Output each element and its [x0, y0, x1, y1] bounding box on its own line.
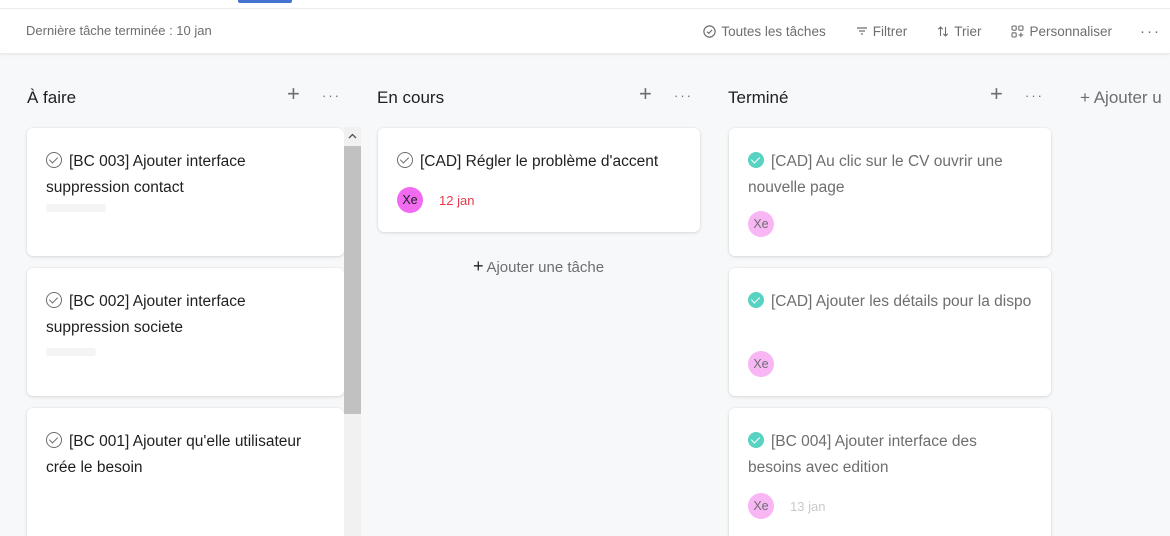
check-circle-icon[interactable] — [748, 432, 764, 448]
column-header: En cours + ··· — [377, 76, 700, 120]
column-done: Terminé + ··· — [728, 76, 1051, 120]
add-section-button[interactable]: + Ajouter u — [1080, 88, 1162, 108]
task-card[interactable]: [CAD] Ajouter les détails pour la dispo … — [729, 268, 1051, 396]
add-task-icon[interactable]: + — [990, 83, 1003, 105]
column-title: À faire — [27, 88, 77, 107]
task-card-title: [BC 004] Ajouter interface des besoins a… — [748, 429, 1033, 481]
column-header: Terminé + ··· — [728, 76, 1051, 120]
scroll-up-arrow-icon[interactable] — [344, 127, 361, 144]
task-title-text: [BC 004] Ajouter interface des besoins a… — [748, 433, 977, 476]
avatar[interactable]: Xe — [397, 187, 423, 213]
check-circle-icon[interactable] — [397, 152, 413, 168]
task-title-text: [BC 003] Ajouter interface suppression c… — [46, 153, 246, 196]
sort-button[interactable]: Trier — [937, 24, 981, 39]
task-title-text: [CAD] Régler le problème d'accent — [420, 153, 659, 170]
all-tasks-label: Toutes les tâches — [721, 23, 826, 39]
active-tab-indicator — [238, 0, 292, 3]
add-task-icon[interactable]: + — [287, 83, 300, 105]
tab-divider — [0, 8, 1170, 9]
due-date[interactable]: 12 jan — [439, 193, 474, 208]
last-task-completed: Dernière tâche terminée : 10 jan — [26, 23, 212, 38]
filter-button[interactable]: Filtrer — [856, 23, 908, 39]
customize-icon — [1011, 24, 1025, 38]
column-header: À faire + ··· — [27, 76, 344, 120]
placeholder-bar — [46, 204, 106, 212]
task-card[interactable]: [BC 003] Ajouter interface suppression c… — [27, 128, 344, 256]
filter-icon — [856, 26, 868, 36]
task-card-title: [BC 002] Ajouter interface suppression s… — [46, 289, 326, 341]
check-circle-icon[interactable] — [46, 292, 62, 308]
task-card[interactable]: [CAD] Au clic sur le CV ouvrir une nouve… — [729, 128, 1051, 256]
add-task-button[interactable]: + Ajouter une tâche — [377, 256, 700, 277]
all-tasks-button[interactable]: Toutes les tâches — [703, 23, 826, 39]
avatar[interactable]: Xe — [748, 493, 774, 519]
view-toolbar: Dernière tâche terminée : 10 jan Toutes … — [0, 0, 1170, 54]
plus-icon: + — [472, 256, 484, 276]
scrollbar-thumb[interactable] — [344, 146, 361, 414]
task-card-title: [CAD] Ajouter les détails pour la dispo — [748, 289, 1033, 315]
task-card-title: [CAD] Régler le problème d'accent — [397, 149, 682, 175]
task-card[interactable]: [BC 001] Ajouter qu'elle utilisateur cré… — [27, 408, 344, 536]
task-card-title: [CAD] Au clic sur le CV ouvrir une nouve… — [748, 149, 1033, 201]
sort-icon — [937, 25, 949, 37]
task-card[interactable]: [BC 002] Ajouter interface suppression s… — [27, 268, 344, 396]
column-scrollbar[interactable] — [344, 127, 361, 536]
task-card-title: [BC 003] Ajouter interface suppression c… — [46, 149, 326, 201]
due-date[interactable]: 13 jan — [790, 499, 825, 514]
toolbar-actions: Toutes les tâches Filtrer Trier Personna… — [673, 17, 1170, 45]
check-circle-icon — [703, 24, 717, 38]
task-title-text: [CAD] Ajouter les détails pour la dispo — [771, 293, 1032, 310]
add-task-icon[interactable]: + — [639, 83, 652, 105]
task-title-text: [BC 002] Ajouter interface suppression s… — [46, 293, 246, 336]
customize-label: Personnaliser — [1029, 23, 1112, 39]
task-title-text: [BC 001] Ajouter qu'elle utilisateur cré… — [46, 433, 302, 476]
column-title: En cours — [377, 88, 445, 107]
task-card[interactable]: [CAD] Régler le problème d'accent Xe 12 … — [378, 128, 700, 232]
task-card-title: [BC 001] Ajouter qu'elle utilisateur cré… — [46, 429, 326, 481]
filter-label: Filtrer — [872, 23, 908, 39]
sort-label: Trier — [954, 23, 982, 39]
check-circle-icon[interactable] — [46, 152, 62, 168]
more-options-button[interactable]: ··· — [1140, 23, 1170, 40]
placeholder-bar — [46, 348, 96, 356]
check-circle-icon[interactable] — [748, 152, 764, 168]
add-task-label: Ajouter une tâche — [486, 259, 605, 276]
customize-button[interactable]: Personnaliser — [1011, 24, 1112, 39]
task-card[interactable]: [BC 004] Ajouter interface des besoins a… — [729, 408, 1051, 536]
avatar[interactable]: Xe — [748, 351, 774, 377]
column-more-button[interactable]: ··· — [1025, 88, 1044, 103]
column-more-button[interactable]: ··· — [322, 88, 341, 103]
column-in-progress: En cours + ··· — [377, 76, 700, 120]
check-circle-icon[interactable] — [748, 292, 764, 308]
column-more-button[interactable]: ··· — [674, 88, 693, 103]
avatar[interactable]: Xe — [748, 211, 774, 237]
task-title-text: [CAD] Au clic sur le CV ouvrir une nouve… — [748, 153, 1003, 196]
column-title: Terminé — [728, 88, 789, 107]
check-circle-icon[interactable] — [46, 432, 62, 448]
column-todo: À faire + ··· — [27, 76, 344, 120]
